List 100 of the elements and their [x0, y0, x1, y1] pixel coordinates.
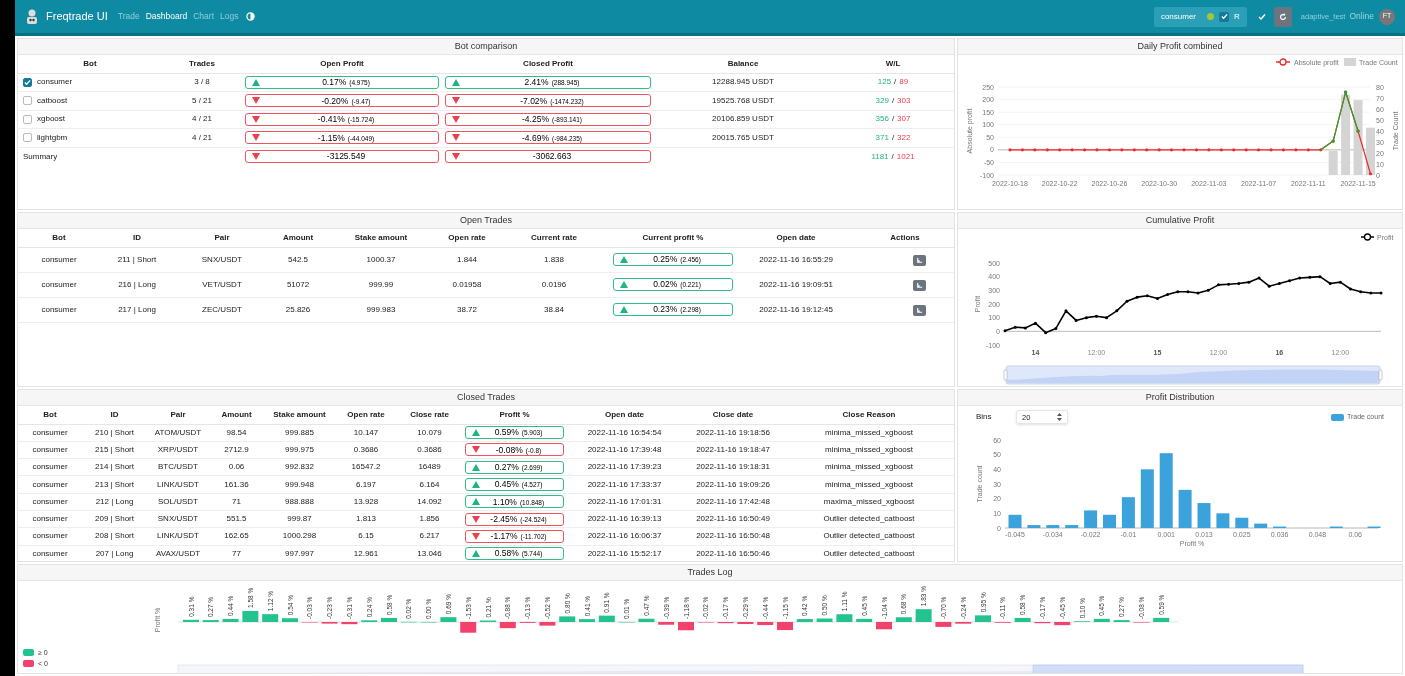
histogram-bar [1216, 513, 1230, 528]
range-slider[interactable] [1003, 365, 1383, 385]
table-cell: 215 | Short [82, 441, 147, 459]
nav-link[interactable]: Chart [193, 10, 215, 23]
action-button[interactable] [912, 279, 926, 291]
table-cell: 77 [209, 545, 264, 561]
checkbox[interactable] [23, 133, 32, 143]
profit-value: 2.41% [524, 78, 549, 87]
table-cell: 0.3686 [335, 441, 397, 459]
column-header: Pair [147, 406, 209, 424]
column-header: Close rate [397, 406, 462, 424]
profit-value: -3125.549 [326, 152, 366, 161]
column-header: Open rate [436, 229, 498, 247]
table-cell: consumer [18, 510, 82, 528]
refresh-button[interactable] [1273, 6, 1292, 27]
profit-value: -0.20% [321, 96, 349, 105]
table-cell: 5 / 21 [162, 91, 242, 110]
column-header: Open Profit [242, 55, 442, 73]
bins-label: Bins [976, 411, 993, 424]
table-cell: 25.826 [270, 297, 326, 322]
table-cell: SNX/USDT [147, 510, 209, 528]
table-cell: Outlier detected_catboost [784, 545, 954, 561]
table-cell: 1.813 [335, 510, 397, 528]
table-cell: 2022-11-16 17:01:31 [567, 493, 682, 511]
profit-value: -3062.663 [532, 152, 572, 161]
table-cell: 4 / 21 [162, 128, 242, 147]
table-cell: 12288.945 USDT [654, 73, 832, 92]
table-cell: 214 | Short [82, 458, 147, 476]
column-header: Open date [567, 406, 682, 424]
table-cell: 988.888 [264, 493, 335, 511]
checkbox[interactable] [1219, 11, 1229, 22]
triangle-up-icon [620, 281, 628, 288]
profit-value: 0.02% [653, 280, 678, 289]
arrow-icon [915, 281, 923, 289]
bot-selector[interactable]: consumer R [1153, 6, 1247, 27]
nav-link[interactable]: Dashboard [145, 10, 188, 23]
table-cell: 0.3686 [397, 441, 462, 459]
table-cell: consumer [18, 493, 82, 511]
table-cell: 14.092 [397, 493, 462, 511]
range-slider[interactable] [177, 664, 1304, 673]
panel-title: Open Trades [18, 213, 954, 229]
column-header: Current rate [498, 229, 610, 247]
column-header: Close Reason [784, 406, 954, 424]
action-button[interactable] [912, 254, 926, 266]
nav-link[interactable]: Trade [117, 10, 140, 23]
profit-value: -7.02% [520, 96, 548, 105]
profit-value: -1.17% [490, 532, 518, 541]
table-cell: 999.975 [264, 441, 335, 459]
table-cell: 161.36 [209, 475, 264, 494]
action-button[interactable] [912, 304, 926, 316]
table-cell: 38.84 [498, 297, 610, 322]
loss-count: 307 [897, 113, 911, 126]
checkbox[interactable] [23, 96, 32, 106]
checkbox[interactable] [23, 77, 32, 87]
table-cell: 999.99 [326, 272, 436, 297]
table-cell: SNX/USDT [174, 247, 270, 272]
contrast-icon[interactable] [246, 12, 256, 21]
separator: / [894, 76, 897, 89]
triangle-down-icon [452, 134, 460, 142]
table-cell: consumer [18, 441, 82, 459]
loss-count: 303 [897, 94, 911, 107]
column-header: ID [100, 229, 174, 247]
column-header: Close date [682, 406, 784, 424]
table-cell: 2022-11-16 17:39:48 [567, 441, 682, 459]
column-header: Trades [162, 55, 242, 73]
table-cell: ATOM/USDT [147, 424, 209, 442]
histogram-bar [1046, 524, 1060, 528]
triangle-up-icon [472, 498, 480, 506]
table-cell: 211 | Short [100, 247, 174, 272]
table-cell: 13.046 [397, 545, 462, 561]
win-count: 125 [877, 76, 892, 89]
column-header: Profit % [462, 406, 567, 424]
separator: / [891, 113, 895, 126]
table-cell: 98.54 [209, 424, 264, 442]
table-cell: 1000.298 [264, 527, 335, 546]
table-cell: minima_missed_xgboost [784, 475, 954, 494]
histogram-bar [1235, 517, 1249, 528]
brand-name[interactable]: Freqtrade UI [46, 8, 108, 25]
panel-title: Bot comparison [18, 39, 954, 55]
profit-value: 0.45% [494, 480, 519, 489]
table-cell: 2022-11-16 19:09:26 [682, 475, 784, 494]
table-cell: 2022-11-16 16:50:48 [682, 527, 784, 546]
profit-value: 0.23% [653, 305, 678, 314]
column-header: W/L [832, 55, 954, 73]
table-cell: 6.197 [335, 475, 397, 494]
nav-link[interactable]: Logs [220, 10, 239, 23]
table-cell: 999.948 [264, 475, 335, 494]
checkbox[interactable] [23, 114, 32, 124]
check-icon[interactable] [1257, 12, 1266, 21]
positive-segment-highlight [1320, 90, 1360, 151]
spinner-icon [1057, 413, 1062, 422]
bot-name: xgboost [37, 113, 66, 126]
table-cell: 20106.859 USDT [654, 110, 832, 129]
table-cell: Outlier detected_catboost [784, 527, 954, 546]
win-count: 356 [875, 113, 889, 126]
table-cell: 212 | Long [82, 493, 147, 511]
table-cell: 2022-11-16 19:18:31 [682, 458, 784, 476]
profit-value: -1.15% [317, 133, 345, 142]
table-cell: 0.06 [209, 458, 264, 476]
column-header: Bot [18, 229, 100, 247]
